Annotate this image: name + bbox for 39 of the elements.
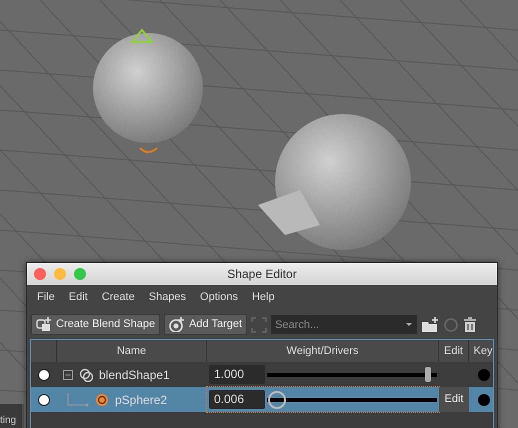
- shape-name: pSphere2: [115, 392, 168, 408]
- menu-item[interactable]: Create: [94, 289, 142, 306]
- tree-connector-line: [67, 392, 89, 406]
- search-field[interactable]: Search...: [271, 315, 418, 334]
- weight-slider[interactable]: [267, 364, 437, 384]
- blend-shape-icon: [36, 317, 52, 332]
- menu-item[interactable]: Shapes: [142, 289, 194, 306]
- new-folder-icon[interactable]: [421, 316, 440, 332]
- window-title: Shape Editor: [227, 266, 297, 283]
- edit-button[interactable]: Edit: [439, 387, 469, 412]
- dropdown-caret-icon: [406, 323, 412, 326]
- weight-slider[interactable]: [267, 390, 437, 410]
- menu-item[interactable]: Edit: [62, 289, 95, 306]
- menu-item[interactable]: File: [30, 289, 62, 306]
- slider-thumb[interactable]: [425, 366, 431, 382]
- collapse-icon[interactable]: [63, 370, 73, 380]
- menu-item[interactable]: Help: [244, 289, 282, 306]
- table-row[interactable]: blendShape1 1.000: [31, 362, 493, 387]
- column-header: Edit: [439, 340, 469, 362]
- key-dot-icon[interactable]: [478, 394, 490, 406]
- slider-thumb[interactable]: [268, 390, 286, 408]
- key-dot-icon[interactable]: [478, 368, 490, 380]
- weight-field[interactable]: 1.000: [209, 365, 265, 384]
- column-header: Weight/Drivers: [207, 340, 439, 362]
- target-icon: [95, 392, 109, 406]
- column-header: Name: [57, 340, 207, 362]
- blend-shape-icon: [79, 368, 93, 382]
- weight-field[interactable]: 0.006: [209, 390, 265, 409]
- column-header: Key: [469, 340, 498, 362]
- table-row[interactable]: pSphere2 0.006 Edit: [31, 387, 493, 412]
- menu-item[interactable]: Options: [193, 289, 245, 306]
- target-icon: [169, 317, 186, 332]
- panel-label: ting: [0, 414, 16, 428]
- create-blend-shape-button[interactable]: Create Blend Shape: [31, 314, 160, 335]
- visibility-dot-icon[interactable]: [38, 394, 50, 406]
- add-target-button[interactable]: Add Target: [164, 314, 248, 335]
- visibility-dot-icon[interactable]: [38, 368, 50, 380]
- shape-name: blendShape1: [99, 366, 170, 384]
- trash-icon[interactable]: [463, 316, 478, 332]
